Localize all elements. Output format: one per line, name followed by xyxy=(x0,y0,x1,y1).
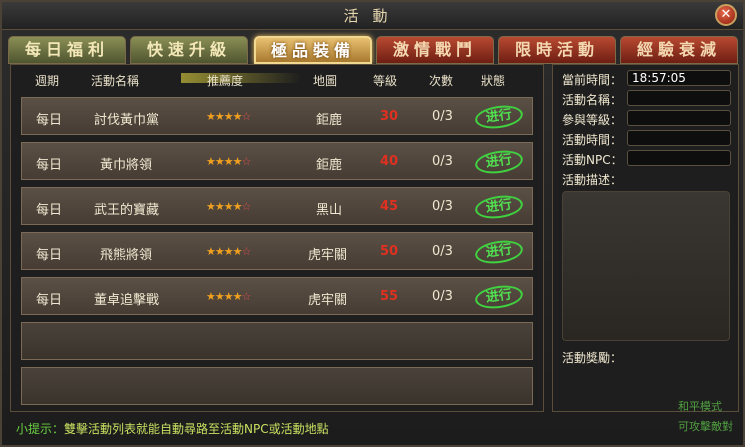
row-level: 50 xyxy=(380,244,399,259)
row-level: 45 xyxy=(380,199,399,214)
activity-detail-panel: 當前時間： 18:57:05 活動名稱： 參與等級： 活動時間： 活動NPC： … xyxy=(552,64,739,412)
tab-premium-gear[interactable]: 極品裝備 xyxy=(254,36,372,64)
participation-level-field xyxy=(627,110,731,126)
row-name: 黃巾將領 xyxy=(100,158,153,173)
window-title: 活動 xyxy=(2,2,743,30)
tab-bar: 每日福利 快速升級 極品裝備 激情戰鬥 限時活動 經驗衰減 xyxy=(8,36,744,64)
table-row[interactable]: 每日 討伐黃巾黨 ★★★★☆ 鉅鹿 30 0/3 进行 xyxy=(21,97,533,135)
tab-fast-levelup[interactable]: 快速升級 xyxy=(130,36,248,64)
row-map: 虎牢關 xyxy=(308,248,348,263)
table-row[interactable]: 每日 董卓追擊戰 ★★★★☆ 虎牢關 55 0/3 进行 xyxy=(21,277,533,315)
activity-reward-label: 活動獎勵： xyxy=(562,351,623,365)
table-header: 週期 活動名稱 推薦度 地圖 等級 次數 狀態 xyxy=(11,69,545,91)
row-name: 董卓追擊戰 xyxy=(94,293,160,308)
col-map: 地圖 xyxy=(313,74,338,88)
row-count: 0/3 xyxy=(432,199,453,214)
table-row[interactable]: 每日 飛熊將領 ★★★★☆ 虎牢關 50 0/3 进行 xyxy=(21,232,533,270)
row-name: 討伐黃巾黨 xyxy=(94,113,160,128)
tab-daily-welfare[interactable]: 每日福利 xyxy=(8,36,126,64)
table-row[interactable]: 每日 黃巾將領 ★★★★☆ 鉅鹿 40 0/3 进行 xyxy=(21,142,533,180)
current-time-field: 18:57:05 xyxy=(627,70,731,86)
row-count: 0/3 xyxy=(432,154,453,169)
current-time-label: 當前時間： xyxy=(562,73,623,87)
tip-prefix: 小提示： xyxy=(16,422,65,436)
col-name: 活動名稱 xyxy=(91,74,140,88)
row-period: 每日 xyxy=(36,203,63,218)
status-ongoing-button[interactable]: 进行 xyxy=(473,237,525,267)
activity-npc-field xyxy=(627,150,731,166)
table-row-empty xyxy=(21,367,533,405)
rating-stars: ★★★★☆ xyxy=(206,245,251,258)
table-row-empty xyxy=(21,322,533,360)
row-period: 每日 xyxy=(36,248,63,263)
row-period: 每日 xyxy=(36,158,63,173)
activity-time-label: 活動時間： xyxy=(562,133,623,147)
row-name: 飛熊將領 xyxy=(100,248,153,263)
rating-stars: ★★★★☆ xyxy=(206,155,251,168)
participation-level-label: 參與等級： xyxy=(562,113,623,127)
status-ongoing-button[interactable]: 进行 xyxy=(473,102,525,132)
tip-body: 雙擊活動列表就能自動尋路至活動NPC或活動地點 xyxy=(64,422,329,436)
table-row[interactable]: 每日 武王的寶藏 ★★★★☆ 黑山 45 0/3 进行 xyxy=(21,187,533,225)
rating-stars: ★★★★☆ xyxy=(206,110,251,123)
activity-name-label: 活動名稱： xyxy=(562,93,623,107)
activity-desc-label: 活動描述： xyxy=(562,173,623,187)
tab-exp-decay[interactable]: 經驗衰減 xyxy=(620,36,738,64)
status-ongoing-button[interactable]: 进行 xyxy=(473,282,525,312)
row-map: 鉅鹿 xyxy=(316,113,343,128)
col-level: 等級 xyxy=(373,74,398,88)
row-map: 鉅鹿 xyxy=(316,158,343,173)
activity-desc-box xyxy=(562,191,730,341)
row-count: 0/3 xyxy=(432,289,453,304)
row-level: 30 xyxy=(380,109,399,124)
col-period: 週期 xyxy=(35,74,60,88)
background-status-text: 可攻擊敵對 xyxy=(678,420,733,433)
tab-limited-event[interactable]: 限時活動 xyxy=(498,36,616,64)
tip-text: 小提示：雙擊活動列表就能自動尋路至活動NPC或活動地點 xyxy=(16,420,329,437)
status-ongoing-button[interactable]: 进行 xyxy=(473,147,525,177)
row-level: 55 xyxy=(380,289,399,304)
row-map: 黑山 xyxy=(316,203,343,218)
col-rating: 推薦度 xyxy=(207,74,244,88)
tab-passion-battle[interactable]: 激情戰鬥 xyxy=(376,36,494,64)
rating-stars: ★★★★☆ xyxy=(206,200,251,213)
activity-window: 活動 ✕ 每日福利 快速升級 極品裝備 激情戰鬥 限時活動 經驗衰減 週期 活動… xyxy=(0,0,745,447)
activity-name-field xyxy=(627,90,731,106)
row-level: 40 xyxy=(380,154,399,169)
col-status: 狀態 xyxy=(481,74,506,88)
row-period: 每日 xyxy=(36,113,63,128)
activity-npc-label: 活動NPC： xyxy=(562,153,623,167)
row-period: 每日 xyxy=(36,293,63,308)
activity-list-panel: 週期 活動名稱 推薦度 地圖 等級 次數 狀態 每日 討伐黃巾黨 ★★★★☆ 鉅… xyxy=(10,64,544,412)
row-count: 0/3 xyxy=(432,244,453,259)
status-ongoing-button[interactable]: 进行 xyxy=(473,192,525,222)
row-name: 武王的寶藏 xyxy=(94,203,160,218)
col-count: 次數 xyxy=(429,74,454,88)
activity-time-field xyxy=(627,130,731,146)
row-count: 0/3 xyxy=(432,109,453,124)
rating-stars: ★★★★☆ xyxy=(206,290,251,303)
background-status-text: 和平模式 xyxy=(678,400,722,413)
row-map: 虎牢關 xyxy=(308,293,348,308)
close-icon[interactable]: ✕ xyxy=(715,4,737,26)
